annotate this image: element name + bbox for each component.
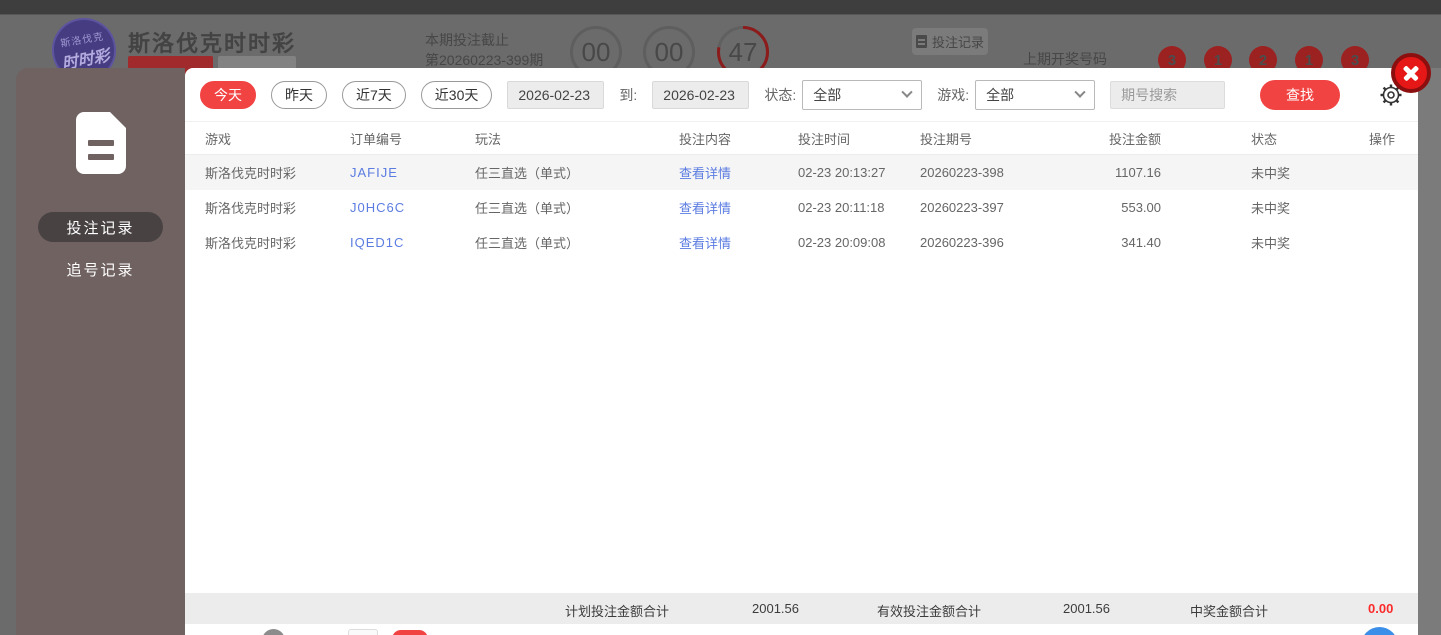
view-details-link[interactable]: 查看详情 [679, 163, 798, 182]
cell-amount: 341.40 [1121, 235, 1161, 250]
cell-play: 任三直选（单式） [475, 236, 580, 251]
cell-time: 02-23 20:09:08 [798, 235, 886, 250]
page-number-input[interactable] [348, 629, 378, 635]
valid-total-value: 2001.56 [1063, 601, 1110, 616]
cell-period: 20260223-397 [920, 200, 1004, 215]
game-select[interactable]: 全部 [975, 79, 1096, 110]
bet-record-button-label: 投注记录 [931, 35, 984, 50]
last-draw-label: 上期开奖号码 [1023, 51, 1107, 67]
view-details-link[interactable]: 查看详情 [679, 198, 798, 217]
deadline-label: 本期投注截止 [425, 32, 509, 48]
sidebar-item-label: 追号记录 [66, 261, 135, 279]
cell-time: 02-23 20:13:27 [798, 165, 886, 180]
cell-game: 斯洛伐克时时彩 [205, 236, 297, 251]
countdown-minutes-value: 00 [654, 36, 684, 67]
sidebar-item-bet-records[interactable]: 投注记录 [38, 212, 163, 242]
current-period-label: 第20260223-399期 [425, 52, 544, 68]
cell-status: 未中奖 [1251, 201, 1291, 216]
col-status: 状态 [1251, 131, 1278, 147]
order-id-link[interactable]: J0HC6C [350, 200, 475, 215]
win-total-value: 0.00 [1368, 601, 1394, 616]
table-body: 斯洛伐克时时彩 JAFIJE 任三直选（单式） 查看详情 02-23 20:13… [185, 155, 1418, 260]
table-row: 斯洛伐克时时彩 J0HC6C 任三直选（单式） 查看详情 02-23 20:11… [185, 190, 1418, 225]
table-header: 游戏 订单编号 玩法 投注内容 投注时间 投注期号 投注金额 状态 操作 [185, 122, 1418, 155]
records-icon [75, 112, 126, 174]
col-period: 投注期号 [920, 131, 973, 147]
col-amount: 投注金额 [1108, 131, 1161, 147]
cell-play: 任三直选（单式） [475, 166, 580, 181]
bet-records-modal: 今天 昨天 近7天 近30天 2026-02-23 到: 2026-02-23 … [185, 68, 1418, 635]
to-label: 到: [619, 86, 638, 103]
win-total-label: 中奖金额合计 [1190, 604, 1269, 619]
period-search-input[interactable] [1110, 80, 1226, 109]
filter-bar: 今天 昨天 近7天 近30天 2026-02-23 到: 2026-02-23 … [185, 68, 1418, 122]
countdown-hours-value: 00 [581, 36, 611, 67]
go-page-button[interactable] [392, 630, 428, 635]
range-yesterday-button[interactable]: 昨天 [271, 80, 327, 109]
col-content: 投注内容 [679, 131, 732, 147]
cell-status: 未中奖 [1251, 236, 1291, 251]
chevron-down-icon [901, 86, 913, 98]
screen: 斯洛伐克 时时彩 斯洛伐克时时彩 本期投注截止 第20260223-399期 0… [0, 0, 1441, 635]
range-today-button[interactable]: 今天 [200, 80, 256, 109]
cell-period: 20260223-396 [920, 235, 1004, 250]
cell-amount: 553.00 [1121, 200, 1161, 215]
search-button[interactable]: 查找 [1260, 79, 1340, 110]
cell-amount: 1107.16 [1114, 165, 1161, 180]
game-select-value: 全部 [986, 86, 1015, 103]
order-id-link[interactable]: JAFIJE [350, 165, 475, 180]
cell-period: 20260223-398 [920, 165, 1004, 180]
sidebar-item-label: 投注记录 [66, 219, 135, 237]
records-drawer: 投注记录 追号记录 [16, 68, 185, 635]
summary-bar: 计划投注金额合计 2001.56 有效投注金额合计 2001.56 中奖金额合计… [185, 593, 1418, 624]
date-to-input[interactable]: 2026-02-23 [652, 80, 750, 109]
valid-total-label: 有效投注金额合计 [877, 604, 982, 619]
page-title: 斯洛伐克时时彩 [128, 31, 297, 56]
overlay-right-strip [1418, 68, 1441, 635]
bet-record-button[interactable]: 投注记录 [912, 28, 988, 55]
cell-status: 未中奖 [1251, 166, 1291, 181]
status-select[interactable]: 全部 [802, 79, 923, 110]
plan-total-label: 计划投注金额合计 [565, 604, 670, 619]
range-7days-button[interactable]: 近7天 [342, 80, 406, 109]
status-label: 状态: [764, 86, 797, 103]
col-play: 玩法 [475, 131, 502, 147]
sidebar-item-chase-records[interactable]: 追号记录 [38, 254, 163, 284]
col-operation: 操作 [1368, 131, 1395, 147]
document-icon [915, 35, 927, 48]
cell-play: 任三直选（单式） [475, 201, 580, 216]
chevron-down-icon [1074, 86, 1086, 98]
col-time: 投注时间 [798, 131, 851, 147]
status-select-value: 全部 [813, 86, 842, 103]
col-game: 游戏 [205, 131, 232, 147]
cell-time: 02-23 20:11:18 [798, 200, 885, 215]
cell-game: 斯洛伐克时时彩 [205, 201, 297, 216]
col-order-id: 订单编号 [350, 131, 403, 147]
cell-game: 斯洛伐克时时彩 [205, 166, 297, 181]
plan-total-value: 2001.56 [752, 601, 799, 616]
table-row: 斯洛伐克时时彩 IQED1C 任三直选（单式） 查看详情 02-23 20:09… [185, 225, 1418, 260]
table-row: 斯洛伐克时时彩 JAFIJE 任三直选（单式） 查看详情 02-23 20:13… [185, 155, 1418, 190]
empty-area [185, 260, 1418, 593]
order-id-link[interactable]: IQED1C [350, 235, 475, 250]
close-icon[interactable] [1391, 53, 1431, 93]
range-30days-button[interactable]: 近30天 [420, 80, 493, 109]
game-label: 游戏: [937, 86, 970, 103]
date-from-input[interactable]: 2026-02-23 [507, 80, 605, 109]
view-details-link[interactable]: 查看详情 [679, 233, 798, 252]
